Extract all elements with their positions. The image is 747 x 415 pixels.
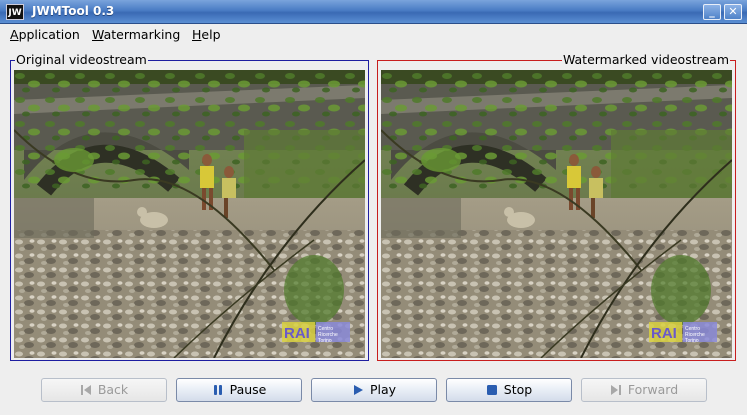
pause-label: Pause xyxy=(229,382,267,397)
back-label: Back xyxy=(97,382,129,397)
watermarked-panel-title: Watermarked videostream xyxy=(561,52,730,68)
stop-label: Stop xyxy=(503,382,533,397)
menu-application[interactable]: Application xyxy=(10,27,80,42)
forward-label: Forward xyxy=(627,382,679,397)
watermarked-video-frame: RAI Centro Ricerche Torino xyxy=(381,70,732,358)
window-title: JWMTool 0.3 xyxy=(32,4,115,18)
close-button[interactable]: ✕ xyxy=(724,4,742,20)
svg-text:Torino: Torino xyxy=(685,338,699,344)
app-logo-icon: JW xyxy=(6,4,24,20)
pause-icon xyxy=(213,385,222,395)
original-video-panel: Original videostream RAI Centro Ricerche… xyxy=(10,52,369,361)
pause-button[interactable]: Pause xyxy=(176,378,302,402)
minimize-button[interactable]: _ xyxy=(703,4,721,20)
rai-logo-text-watermarked: RAI xyxy=(651,325,677,342)
stop-icon xyxy=(486,385,497,395)
menu-help[interactable]: Help xyxy=(192,27,221,42)
video-scene-image: RAI Centro Ricerche Torino xyxy=(14,70,365,358)
forward-button[interactable]: Forward xyxy=(581,378,707,402)
svg-text:Torino: Torino xyxy=(318,338,332,344)
rai-logo-text: RAI xyxy=(284,325,310,342)
original-panel-title: Original videostream xyxy=(15,52,148,68)
play-label: Play xyxy=(369,382,397,397)
watermarked-video-panel: Watermarked videostream RAI Centro Ricer… xyxy=(377,52,736,361)
stop-button[interactable]: Stop xyxy=(446,378,572,402)
skip-back-icon xyxy=(80,385,91,395)
menu-bar: Application Watermarking Help xyxy=(0,24,747,45)
video-scene-image-watermarked: RAI Centro Ricerche Torino xyxy=(381,70,732,358)
title-bar[interactable]: JW JWMTool 0.3 _ ✕ xyxy=(0,0,747,24)
original-video-frame: RAI Centro Ricerche Torino xyxy=(14,70,365,358)
play-icon xyxy=(353,385,363,395)
back-button[interactable]: Back xyxy=(41,378,167,402)
skip-forward-icon xyxy=(610,385,621,395)
play-button[interactable]: Play xyxy=(311,378,437,402)
menu-watermarking[interactable]: Watermarking xyxy=(92,27,180,42)
